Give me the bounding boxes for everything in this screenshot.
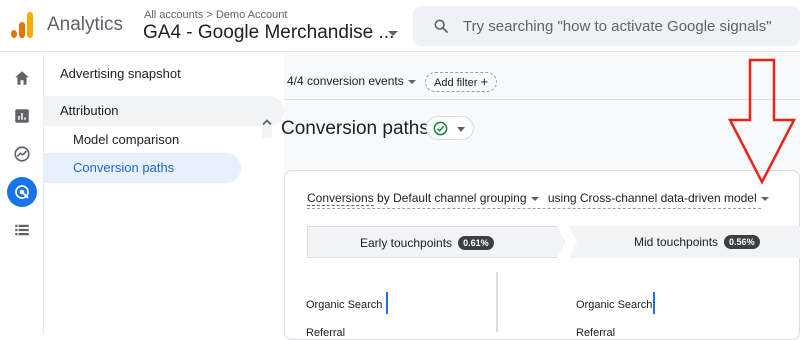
- channel-label: Referral: [576, 327, 616, 339]
- conversion-events-dropdown[interactable]: 4/4 conversion events: [287, 74, 416, 88]
- advertising-nav: Advertising snapshot Attribution Model c…: [44, 52, 284, 334]
- caret-down-icon[interactable]: [760, 196, 769, 201]
- nav-model-comparison[interactable]: Model comparison: [73, 132, 179, 147]
- divider: [307, 208, 761, 209]
- conversion-events-label: 4/4 conversion events: [287, 74, 404, 88]
- early-touchpoints-text: Early touchpoints 0.61%: [360, 236, 494, 250]
- model-selector[interactable]: Cross-channel data-driven model: [580, 191, 757, 205]
- search-icon: [434, 19, 448, 33]
- annotation-arrow-icon: [728, 58, 796, 185]
- add-filter-button[interactable]: Add filter +: [425, 72, 498, 92]
- mid-touchpoints-panel: Organic Search Referral: [496, 272, 656, 339]
- explore-icon[interactable]: [10, 142, 34, 166]
- mid-touchpoints-text: Mid touchpoints 0.56%: [634, 235, 760, 249]
- reports-icon[interactable]: [10, 104, 34, 128]
- channel-label: Referral: [306, 327, 346, 339]
- search-bar[interactable]: Try searching "how to activate Google si…: [413, 6, 800, 46]
- app-name: Analytics: [47, 14, 124, 35]
- nav-conversion-paths[interactable]: Conversion paths: [44, 153, 241, 183]
- early-touchpoints-panel: Organic Search Referral: [306, 272, 498, 339]
- channel-bar[interactable]: [386, 292, 388, 314]
- caret-down-icon: [407, 79, 416, 84]
- early-touchpoints-stage[interactable]: Early touchpoints 0.61%: [307, 226, 565, 258]
- breadcrumb[interactable]: All accounts > Demo Account: [144, 9, 287, 21]
- metric-selector[interactable]: Conversions: [307, 191, 374, 206]
- early-touchpoints-badge: 0.61%: [458, 236, 494, 250]
- using-text: using: [547, 191, 577, 205]
- mid-touchpoints-label: Mid touchpoints: [634, 235, 719, 249]
- filter-row: 4/4 conversion events Add filter +: [284, 52, 800, 100]
- dimension-selector[interactable]: Default channel grouping: [393, 191, 526, 205]
- mid-touchpoints-badge: 0.56%: [724, 235, 760, 249]
- page-title: Conversion paths: [281, 118, 429, 139]
- plus-icon: +: [480, 74, 489, 89]
- caret-down-icon: [457, 127, 465, 132]
- early-touchpoints-label: Early touchpoints: [360, 236, 453, 250]
- caret-down-icon[interactable]: [530, 196, 539, 201]
- configure-icon[interactable]: [10, 218, 34, 242]
- chevron-down-icon[interactable]: [388, 31, 398, 36]
- main-content: 4/4 conversion events Add filter + Conve…: [281, 52, 800, 340]
- left-rail: [0, 52, 44, 334]
- nav-advertising-snapshot[interactable]: Advertising snapshot: [60, 66, 181, 81]
- data-quality-status[interactable]: [426, 116, 474, 140]
- chevron-up-icon[interactable]: [262, 106, 272, 138]
- nav-item-label: Conversion paths: [73, 160, 175, 175]
- mid-touchpoints-stage[interactable]: Mid touchpoints 0.56%: [569, 226, 800, 258]
- property-selector[interactable]: GA4 - Google Merchandise ...: [143, 22, 394, 44]
- card-subtitle: Conversions by Default channel grouping …: [307, 191, 775, 206]
- home-icon[interactable]: [10, 66, 34, 90]
- touchpoint-stages: Early touchpoints 0.61% Mid touchpoints 0.…: [307, 226, 800, 258]
- top-bar: Analytics All accounts > Demo Account GA…: [0, 0, 800, 52]
- channel-label: Organic Search: [576, 299, 653, 311]
- nav-section-attribution[interactable]: Attribution: [44, 96, 284, 138]
- channel-bar[interactable]: [653, 292, 655, 314]
- check-circle-icon: [433, 121, 448, 136]
- analytics-logo-icon[interactable]: [11, 12, 33, 38]
- by-text: by: [377, 191, 390, 205]
- nav-section-label: Attribution: [60, 103, 119, 118]
- search-input[interactable]: Try searching "how to activate Google si…: [463, 18, 772, 35]
- advertising-icon[interactable]: [7, 177, 37, 207]
- channel-label: Organic Search: [306, 299, 383, 311]
- add-filter-label: Add filter: [434, 77, 478, 89]
